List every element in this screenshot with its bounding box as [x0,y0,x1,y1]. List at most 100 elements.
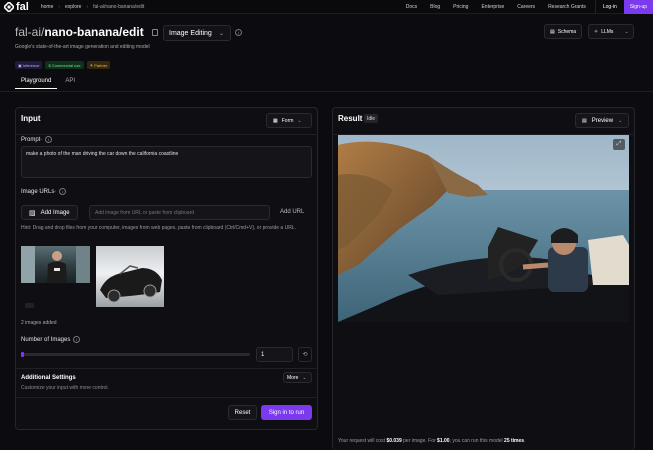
breadcrumb: home › explore › fal-ai/nano-banana/edit [41,4,144,10]
run-label: Sign in to run [268,409,305,416]
handshake-icon: ⚘ [89,62,94,68]
logo-text: fal [16,0,29,13]
cost-note-text: Your request will cost [338,438,387,444]
num-images-label-text: Number of Images [21,336,71,343]
sign-in-to-run-button[interactable]: Sign in to run [261,405,312,420]
nav-enterprise[interactable]: Enterprise [481,4,504,10]
view-tabs: Playground API [15,78,81,89]
shuffle-icon[interactable]: ⟲ [298,347,312,362]
expand-icon[interactable]: ⤢ [613,139,625,150]
fal-logo[interactable]: fal [4,1,29,13]
more-label: More [287,374,299,381]
model-org: fal-ai/ [15,25,45,39]
preview-button[interactable]: ▤ Preview ⌄ [575,113,629,128]
model-description: Google's state-of-the-art image generati… [15,44,150,50]
num-images-label: Number of Images i [21,336,81,343]
nav-docs[interactable]: Docs [406,4,417,10]
nav-careers[interactable]: Careers [517,4,535,10]
info-icon[interactable]: i [235,29,242,36]
badge-label: Commercial use [51,62,81,68]
copy-icon[interactable] [151,28,158,36]
add-image-button[interactable]: ▨ Add Image [21,205,78,220]
additional-settings-subtitle: Customize your input with more control. [21,385,109,391]
cost-note-text: . [524,438,526,444]
prompt-input[interactable]: make a photo of the man driving the car … [21,146,312,178]
input-title: Input [21,114,41,123]
image-size-label [25,303,34,308]
result-title: Result [338,114,363,123]
crumb-explore[interactable]: explore [65,4,81,10]
budget-value: $1.00 [437,438,450,444]
schema-label: Schema [557,28,577,35]
preview-label: Preview [591,117,614,124]
image-urls-label-text: Image URLs [21,188,55,195]
tab-playground[interactable]: Playground [15,78,58,89]
input-image-thumbnail-2[interactable] [96,246,164,307]
upload-hint: Hint: Drag and drop files from your comp… [21,225,296,231]
info-icon[interactable]: i [58,188,66,195]
tab-api[interactable]: API [59,78,81,89]
chip-icon: ▣ [18,62,22,68]
cost-note-text: , you can run this model [449,438,505,444]
mode-select-value: Image Editing [169,29,212,37]
add-url-button[interactable]: Add URL [280,209,304,215]
signup-button[interactable]: Sign-up [623,0,653,14]
thumbnail-1-graphic [21,246,90,283]
main-nav: Docs Blog Pricing Enterprise Careers Res… [406,0,653,14]
badge-partner: ⚘ Partner [86,61,111,69]
llms-label: LLMs [601,28,614,35]
input-image-thumbnail-1[interactable] [21,246,90,283]
tab-divider [0,91,653,92]
crumb-model[interactable]: fal-ai/nano-banana/edit [93,4,144,10]
result-image[interactable] [338,135,629,322]
badge-inference: ▣ Inference [15,61,43,69]
runs-value: 25 times [504,438,525,444]
dollar-icon: $ [48,62,51,68]
badge-label: Partner [94,62,108,68]
badge-commercial: $ Commercial use [45,61,84,69]
page-title: fal-ai/nano-banana/edit [15,25,158,39]
cost-value: $0.039 [386,438,402,444]
info-icon[interactable]: i [73,336,81,343]
status-badge: Idle [364,114,379,123]
form-toggle-button[interactable]: ▦ Form ⌄ [266,113,312,128]
num-images-input[interactable]: 1 [256,347,293,362]
image-url-input[interactable]: Add image from URL or paste from clipboa… [89,205,270,220]
image-icon: ▨ [29,209,36,217]
slider-thumb[interactable] [21,352,24,357]
schema-button[interactable]: ▤ Schema [544,24,583,39]
cost-note: Your request will cost $0.039 per image.… [338,438,525,444]
nav-research-grants[interactable]: Research Grants [548,4,586,10]
badge-label: Inference [22,62,40,68]
prompt-label-text: Prompt [21,136,41,143]
mode-select[interactable]: Image Editing ⌄ [163,25,231,41]
nav-pricing[interactable]: Pricing [453,4,468,10]
preview-icon: ▤ [582,117,587,124]
num-images-slider[interactable] [21,352,250,357]
more-settings-button[interactable]: More ⌄ [283,372,312,383]
login-button[interactable]: Log-in [594,0,624,14]
top-bar: fal home › explore › fal-ai/nano-banana/… [0,0,653,14]
reset-label: Reset [234,409,251,416]
crumb-home[interactable]: home [41,4,54,10]
chevron-down-icon: ⌄ [624,28,629,35]
llms-button[interactable]: ✧ LLMs ⌄ [588,24,634,39]
chevron-right-icon: › [58,3,61,10]
chevron-down-icon: ⌄ [618,117,623,124]
settings-divider [15,368,318,369]
schema-icon: ▤ [550,28,555,35]
reset-button[interactable]: Reset [228,405,257,420]
prompt-label: Prompt * i [21,136,52,143]
cost-note-text: per image. For [401,438,438,444]
chevron-down-icon: ⌄ [297,117,302,124]
chevron-down-icon: ⌄ [218,31,224,37]
form-label: Form [281,117,294,124]
info-icon[interactable]: i [44,136,52,143]
badge-list: ▣ Inference $ Commercial use ⚘ Partner [15,61,111,69]
add-image-label: Add Image [40,209,70,216]
model-name: nano-banana/edit [44,25,144,39]
fal-logo-icon [4,1,14,12]
nav-blog[interactable]: Blog [430,4,440,10]
form-icon: ▦ [273,117,278,124]
images-added-count: 2 images added [21,320,57,326]
